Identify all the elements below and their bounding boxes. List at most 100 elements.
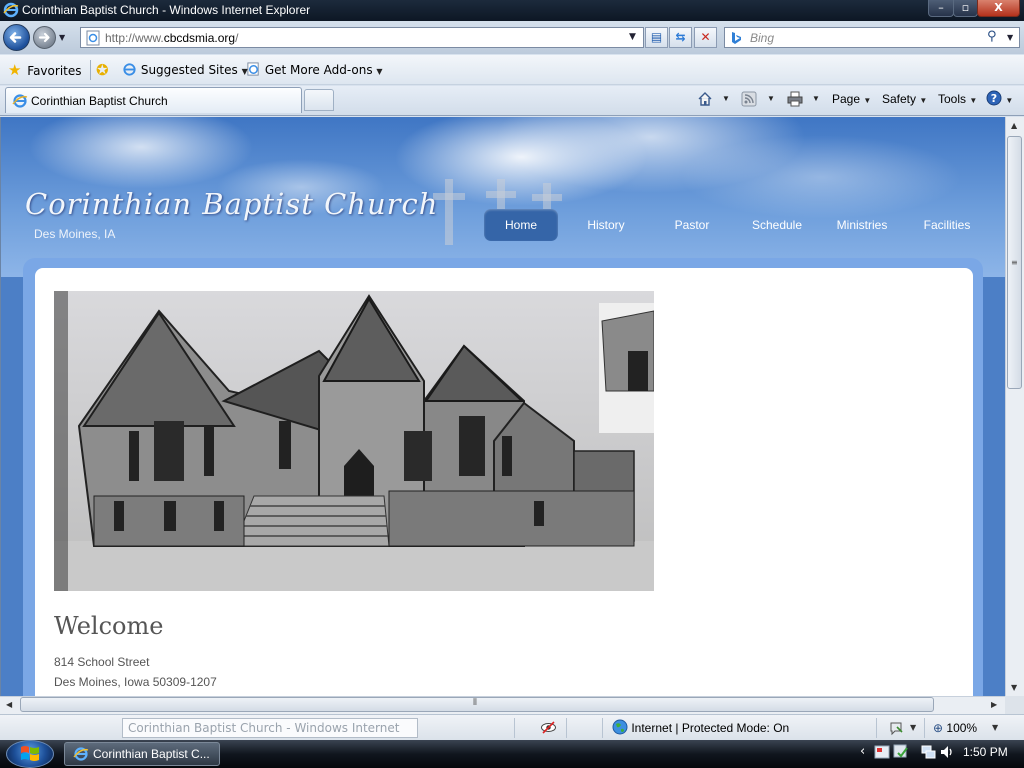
zoom-level: 100% <box>946 721 978 735</box>
church-photo-drawing <box>54 291 654 591</box>
address-url: http://www.cbcdsmia.org/ <box>105 31 239 45</box>
stop-icon: ✕ <box>700 30 711 44</box>
search-options-dropdown[interactable]: ▼ <box>1007 33 1013 42</box>
address-field[interactable]: http://www.cbcdsmia.org/ ▼ <box>80 27 644 48</box>
feeds-icon[interactable] <box>741 91 757 107</box>
refresh-icon: ⇆ <box>675 30 686 44</box>
ie-logo-icon <box>12 94 28 108</box>
suggested-sites-label: Suggested Sites <box>140 63 238 77</box>
tab-label: Corinthian Baptist Church <box>31 94 168 108</box>
security-zone[interactable]: Internet | Protected Mode: On <box>612 719 789 737</box>
recent-pages-dropdown[interactable]: ▼ <box>59 33 65 42</box>
scroll-corner <box>1005 696 1024 714</box>
nav-facilities[interactable]: Facilities <box>915 209 979 241</box>
search-magnifier-icon[interactable]: ⚲ <box>987 29 997 44</box>
safety-menu-label: Safety <box>882 92 917 106</box>
zoom-control[interactable]: ⊕ 100% <box>933 719 977 737</box>
home-icon[interactable] <box>697 91 713 107</box>
help-icon: ? <box>986 90 1002 106</box>
taskbar-ie-button[interactable]: Corinthian Baptist C... <box>64 742 220 766</box>
address-line-city: Des Moines, Iowa 50309-1207 <box>54 675 217 689</box>
welcome-heading: Welcome <box>54 612 164 640</box>
get-more-addons-link[interactable]: Get More Add-ons ▼ <box>246 62 383 78</box>
nav-pastor[interactable]: Pastor <box>662 209 722 241</box>
tools-menu-dropdown-icon: ▼ <box>969 96 978 105</box>
church-photo <box>54 291 654 591</box>
get-more-addons-label: Get More Add-ons <box>264 63 373 77</box>
start-button[interactable] <box>6 740 54 768</box>
window-title: Corinthian Baptist Church - Windows Inte… <box>22 3 311 17</box>
search-box[interactable]: Bing ⚲ ▼ <box>724 27 1020 48</box>
compat-view-button[interactable]: ▤ <box>645 27 668 48</box>
back-button[interactable] <box>3 24 30 51</box>
favorites-star-icon: ★ <box>8 61 22 79</box>
suggested-sites-link[interactable]: Suggested Sites ▼ <box>122 62 248 78</box>
tools-menu-label: Tools <box>938 92 967 106</box>
volume-icon[interactable] <box>939 744 955 760</box>
maximize-button[interactable]: ▫ <box>953 0 978 17</box>
print-dropdown-icon[interactable]: ▼ <box>812 90 820 108</box>
scroll-down-arrow-icon[interactable]: ▼ <box>1011 683 1017 692</box>
feeds-dropdown-icon[interactable]: ▼ <box>767 90 775 108</box>
thumb-grip-icon: ⦀ <box>473 698 477 708</box>
scroll-right-arrow-icon[interactable]: ▶ <box>991 700 997 709</box>
scroll-up-arrow-icon[interactable]: ▲ <box>1011 121 1017 130</box>
favorites-button[interactable]: ★ Favorites <box>8 62 82 78</box>
zoom-magnifier-icon: ⊕ <box>933 721 944 735</box>
scroll-left-arrow-icon[interactable]: ◀ <box>6 700 12 709</box>
vertical-scroll-thumb[interactable]: ≡ <box>1007 136 1022 389</box>
ie-logo-icon <box>73 747 89 761</box>
print-icon[interactable] <box>787 91 803 107</box>
new-tab-button[interactable] <box>304 89 334 111</box>
back-arrow-icon <box>9 32 22 43</box>
zoom-dropdown-icon[interactable]: ▼ <box>992 723 998 732</box>
popup-blocker-icon[interactable] <box>888 720 904 736</box>
add-to-favorites-button[interactable]: ✪ <box>96 62 109 78</box>
addons-dropdown-icon: ▼ <box>376 67 383 76</box>
forward-arrow-icon <box>38 32 50 43</box>
tab-corinthian[interactable]: Corinthian Baptist Church <box>5 87 302 113</box>
ie-logo-icon <box>3 2 19 18</box>
show-hidden-icons-chevron[interactable]: ‹ <box>860 744 865 759</box>
tray-update-icon[interactable] <box>893 744 909 760</box>
horizontal-scroll-thumb[interactable]: ⦀ <box>20 697 934 712</box>
safety-menu[interactable]: Safety ▼ <box>882 90 927 108</box>
site-location: Des Moines, IA <box>34 227 116 241</box>
bing-logo-icon <box>732 32 741 44</box>
add-favorites-star-icon: ✪ <box>96 61 109 79</box>
ie-page-icon <box>123 63 136 76</box>
network-icon[interactable] <box>920 744 936 760</box>
close-button[interactable]: X <box>977 0 1020 17</box>
nav-home[interactable]: Home <box>484 209 558 241</box>
popup-dropdown-icon[interactable]: ▼ <box>910 723 916 732</box>
page-menu[interactable]: Page ▼ <box>832 90 871 108</box>
safety-menu-dropdown-icon: ▼ <box>919 96 928 105</box>
site-title: Corinthian Baptist Church <box>25 187 439 221</box>
privacy-eye-icon[interactable] <box>540 719 557 736</box>
thumb-grip-icon: ≡ <box>1011 258 1018 267</box>
status-divider <box>566 718 567 738</box>
minimize-button[interactable]: – <box>928 0 954 17</box>
search-placeholder: Bing <box>750 31 775 45</box>
taskbar-ie-label: Corinthian Baptist C... <box>93 747 210 761</box>
refresh-button[interactable]: ⇆ <box>669 27 692 48</box>
home-dropdown-icon[interactable]: ▼ <box>722 90 730 108</box>
address-dropdown-icon[interactable]: ▼ <box>629 32 636 42</box>
page-icon <box>86 30 100 46</box>
address-line-street: 814 School Street <box>54 655 150 669</box>
title-bar: Corinthian Baptist Church - Windows Inte… <box>0 0 1024 21</box>
nav-ministries[interactable]: Ministries <box>829 209 895 241</box>
stop-button[interactable]: ✕ <box>694 27 717 48</box>
compat-view-icon: ▤ <box>650 30 663 44</box>
help-dropdown-icon: ▼ <box>1005 96 1014 105</box>
tools-menu[interactable]: Tools ▼ <box>938 90 977 108</box>
favorites-separator <box>90 60 91 80</box>
tray-app-icon[interactable] <box>874 744 890 760</box>
help-menu[interactable]: ? ▼ <box>986 90 1013 108</box>
nav-history[interactable]: History <box>576 209 636 241</box>
nav-schedule[interactable]: Schedule <box>744 209 810 241</box>
ie-window: Corinthian Baptist Church - Windows Inte… <box>0 0 1024 768</box>
forward-button[interactable] <box>33 26 56 49</box>
system-clock: 1:50 PM <box>963 745 1008 759</box>
favorites-label: Favorites <box>27 64 82 78</box>
